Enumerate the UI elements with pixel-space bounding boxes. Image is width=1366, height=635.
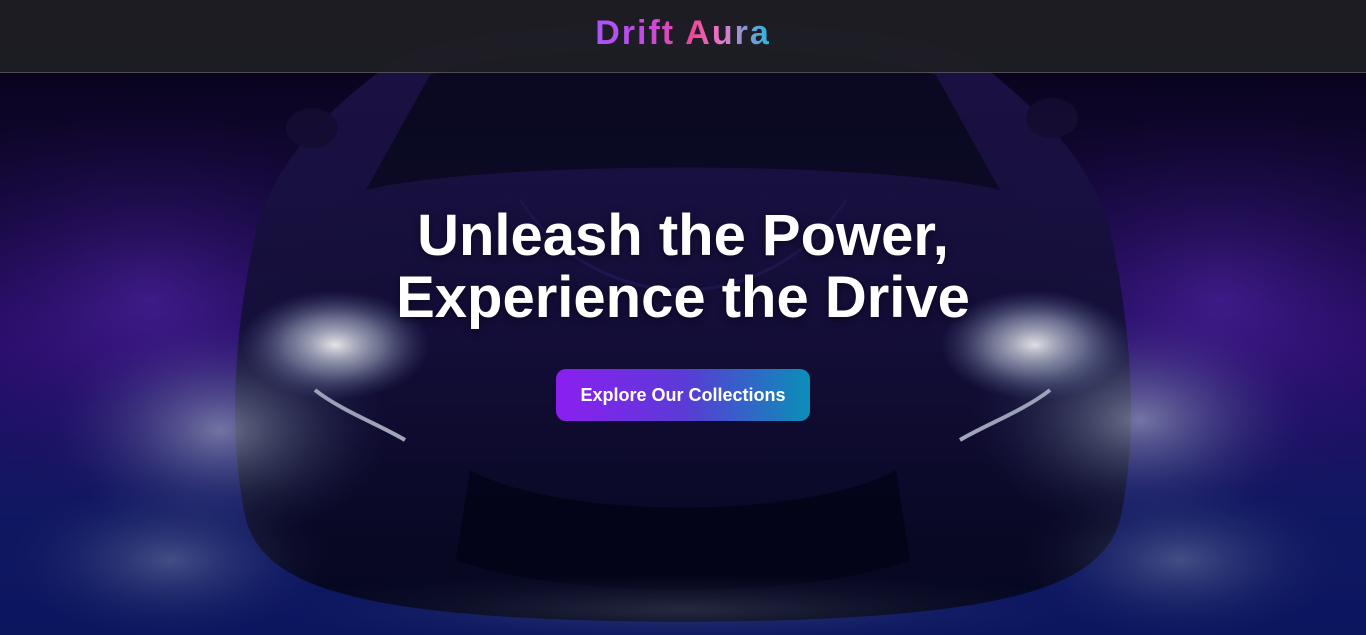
hero-section: Drift Aura Unleash the Power, Experience…	[0, 0, 1366, 635]
headline-line-1: Unleash the Power,	[417, 203, 949, 268]
hero-headline: Unleash the Power, Experience the Drive	[0, 205, 1366, 329]
navbar: Drift Aura	[0, 0, 1366, 73]
headline-line-2: Experience the Drive	[396, 265, 970, 330]
brand-logo[interactable]: Drift Aura	[595, 14, 771, 53]
hero-content: Unleash the Power, Experience the Drive …	[0, 205, 1366, 421]
explore-collections-button[interactable]: Explore Our Collections	[556, 369, 810, 421]
